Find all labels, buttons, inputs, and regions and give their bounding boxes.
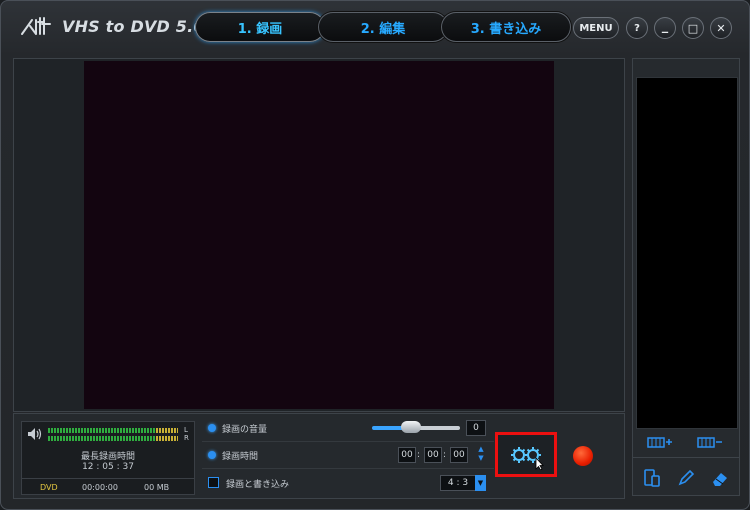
vu-label-right: R	[184, 434, 189, 442]
video-preview	[84, 61, 554, 409]
spin-down-button[interactable]: ▼	[476, 455, 486, 462]
audio-meter: L R 最長録画時間 12 : 05 : 37 DVD 00:00:00 00 …	[21, 421, 195, 495]
help-button[interactable]: ?	[626, 17, 648, 39]
remove-clip-icon	[697, 437, 722, 448]
meter-footer: DVD 00:00:00 00 MB	[22, 478, 194, 495]
volume-slider-thumb[interactable]	[401, 421, 422, 433]
tab-edit-label: 2. 編集	[360, 21, 406, 37]
burn-label: 録画と書き込み	[226, 480, 290, 490]
eraser-icon	[713, 473, 727, 486]
volume-label: 録画の音量	[222, 425, 268, 435]
tab-burn[interactable]: 3. 書き込み	[441, 12, 571, 42]
edit-pen-icon	[678, 469, 695, 486]
duration-radio[interactable]	[208, 451, 216, 459]
settings-button[interactable]	[495, 432, 557, 477]
volume-radio[interactable]	[208, 424, 216, 432]
edit-button[interactable]	[673, 467, 699, 489]
app-window: VHS to DVD 5.0 1. 録画 2. 編集 3. 書き込み MENU …	[0, 0, 750, 510]
disc-format: DVD	[40, 482, 58, 492]
vu-meter-left	[48, 428, 178, 433]
burn-row: 録画と書き込み 4 : 3 ▼	[202, 470, 494, 496]
tab-record[interactable]: 1. 録画	[195, 12, 325, 42]
tab-burn-label: 3. 書き込み	[470, 21, 542, 37]
vu-meter-right	[48, 436, 178, 441]
app-title: VHS to DVD 5.0	[62, 16, 205, 36]
tab-record-label: 1. 録画	[237, 21, 283, 37]
add-clip-button[interactable]	[647, 431, 673, 453]
max-time-value: 12 : 05 : 37	[82, 462, 134, 472]
aspect-dropdown-button[interactable]: ▼	[475, 475, 486, 491]
minimize-button[interactable]: ▁	[654, 17, 676, 39]
side-divider	[633, 457, 739, 458]
logo-icon	[21, 17, 51, 35]
spin-up-button[interactable]: ▲	[476, 446, 486, 453]
time-separator: :	[443, 450, 447, 460]
volume-value[interactable]: 0	[466, 420, 486, 436]
speaker-icon	[28, 428, 42, 440]
cursor-icon	[535, 456, 544, 470]
gear-icon	[511, 446, 544, 470]
vu-label-left: L	[184, 426, 188, 434]
remove-clip-button[interactable]	[697, 431, 723, 453]
volume-row: 録画の音量 0	[202, 415, 494, 442]
tab-edit[interactable]: 2. 編集	[318, 12, 448, 42]
close-button[interactable]: ✕	[710, 17, 732, 39]
size-readout: 00 MB	[144, 482, 170, 492]
duration-row: 録画時間 00 : 00 : 00 ▲ ▼	[202, 442, 494, 469]
close-icon: ✕	[716, 21, 726, 35]
aspect-select[interactable]: 4 : 3	[440, 475, 476, 491]
maximize-icon: □	[687, 21, 699, 35]
clip-panel	[632, 58, 740, 496]
menu-button[interactable]: MENU	[573, 17, 619, 39]
minimize-icon: ▁	[661, 23, 669, 33]
devices-icon	[644, 469, 660, 487]
preview-panel	[13, 58, 625, 412]
duration-hours-input[interactable]: 00	[398, 447, 416, 463]
erase-button[interactable]	[707, 467, 733, 489]
time-separator: :	[417, 450, 421, 460]
max-time-label: 最長録画時間	[80, 452, 135, 462]
duration-label: 録画時間	[222, 452, 259, 462]
clip-list[interactable]	[636, 77, 738, 429]
duration-minutes-input[interactable]: 00	[424, 447, 442, 463]
record-button[interactable]	[573, 446, 593, 466]
maximize-button[interactable]: □	[682, 17, 704, 39]
devices-button[interactable]	[639, 467, 665, 489]
add-clip-icon	[647, 437, 672, 448]
elapsed-time: 00:00:00	[82, 482, 118, 492]
app-logo: VHS to DVD 5.0	[20, 12, 205, 40]
duration-seconds-input[interactable]: 00	[450, 447, 468, 463]
burn-checkbox[interactable]	[208, 477, 219, 488]
